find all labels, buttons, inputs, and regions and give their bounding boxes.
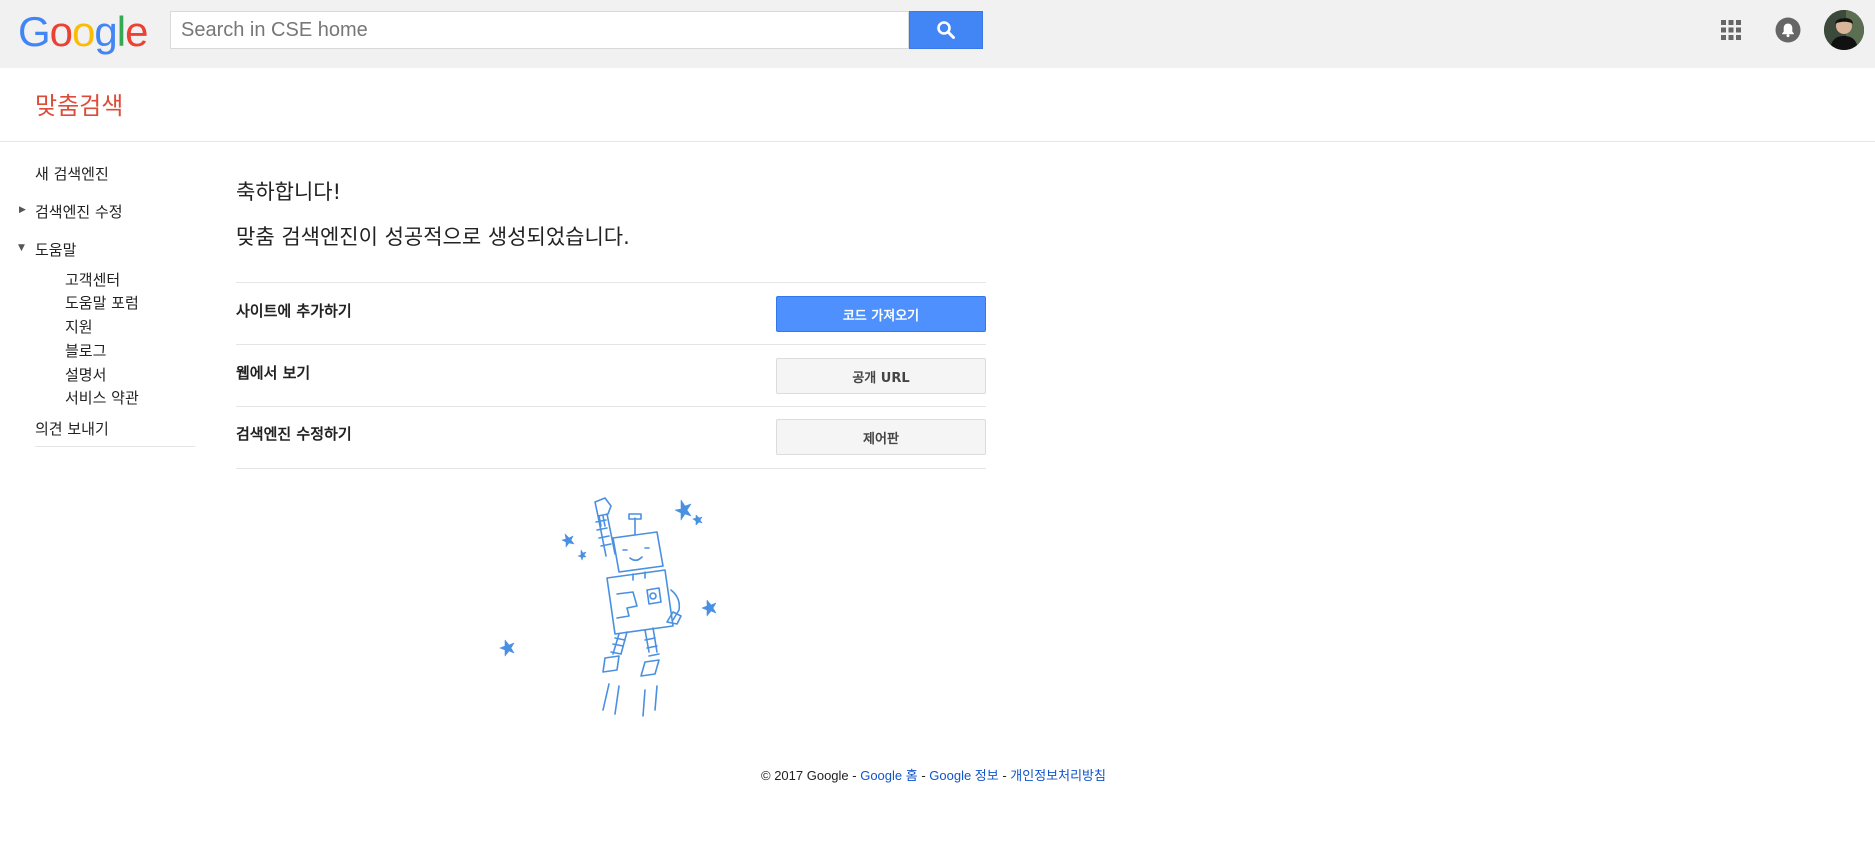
search-button[interactable] bbox=[909, 11, 983, 49]
public-url-button[interactable]: 공개 URL bbox=[776, 358, 986, 394]
logo-letter: g bbox=[94, 8, 117, 55]
sidebar-subitem-blog[interactable]: 블로그 bbox=[65, 340, 106, 361]
sidebar-item-help[interactable]: 도움말 bbox=[35, 239, 76, 260]
avatar-image bbox=[1824, 10, 1864, 50]
caret-down-icon[interactable]: ▼ bbox=[18, 243, 25, 253]
footer-link-about[interactable]: Google 정보 bbox=[929, 768, 998, 783]
page-subtitle: 맞춤 검색엔진이 성공적으로 생성되었습니다. bbox=[236, 225, 630, 249]
search-icon bbox=[937, 21, 955, 39]
sidebar-item-new-engine[interactable]: 새 검색엔진 bbox=[35, 163, 109, 184]
footer-copyright: © 2017 Google - bbox=[761, 768, 861, 783]
sidebar-subitem-support[interactable]: 지원 bbox=[65, 316, 93, 337]
footer: © 2017 Google - Google 홈 - Google 정보 - 개… bbox=[761, 765, 1106, 784]
control-panel-button[interactable]: 제어판 bbox=[776, 419, 986, 455]
row-divider bbox=[236, 282, 986, 283]
sidebar-subitem-terms[interactable]: 서비스 약관 bbox=[65, 387, 139, 408]
avatar[interactable] bbox=[1824, 10, 1864, 50]
footer-link-home[interactable]: Google 홈 bbox=[860, 768, 918, 783]
row-divider bbox=[236, 468, 986, 469]
logo-letter: o bbox=[49, 8, 73, 55]
bell-icon[interactable] bbox=[1775, 17, 1801, 43]
sidebar-divider bbox=[35, 446, 195, 447]
sidebar-subitem-forum[interactable]: 도움말 포럼 bbox=[65, 292, 139, 313]
sidebar-subitem-help-center[interactable]: 고객센터 bbox=[65, 269, 120, 290]
page-title: 축하합니다! bbox=[236, 180, 342, 204]
row-label-add-to-site: 사이트에 추가하기 bbox=[236, 302, 352, 320]
apps-grid-icon[interactable] bbox=[1720, 19, 1742, 41]
logo-letter: G bbox=[18, 8, 51, 55]
caret-right-icon[interactable]: ▶ bbox=[19, 205, 26, 215]
logo-letter: l bbox=[116, 8, 126, 55]
logo-letter: e bbox=[125, 8, 148, 55]
sidebar-item-feedback[interactable]: 의견 보내기 bbox=[35, 418, 109, 439]
top-bar: Google bbox=[0, 0, 1875, 68]
sidebar-subitem-docs[interactable]: 설명서 bbox=[65, 364, 106, 385]
search-input[interactable] bbox=[171, 12, 908, 48]
product-title[interactable]: 맞춤검색 bbox=[35, 86, 123, 121]
footer-separator: - bbox=[917, 768, 930, 783]
footer-separator: - bbox=[998, 768, 1011, 783]
row-divider bbox=[236, 406, 986, 407]
row-divider bbox=[236, 344, 986, 345]
robot-illustration bbox=[499, 497, 717, 717]
get-code-button[interactable]: 코드 가져오기 bbox=[776, 296, 986, 332]
google-logo[interactable]: Google bbox=[18, 8, 148, 56]
logo-letter: o bbox=[72, 8, 95, 55]
row-label-edit-engine: 검색엔진 수정하기 bbox=[236, 425, 352, 443]
search-box bbox=[170, 11, 909, 49]
product-header: 맞춤검색 bbox=[0, 68, 1875, 142]
footer-link-privacy[interactable]: 개인정보처리방침 bbox=[1010, 768, 1106, 783]
sidebar-item-edit-engine[interactable]: 검색엔진 수정 bbox=[35, 201, 123, 222]
row-label-view-on-web: 웹에서 보기 bbox=[236, 364, 311, 382]
